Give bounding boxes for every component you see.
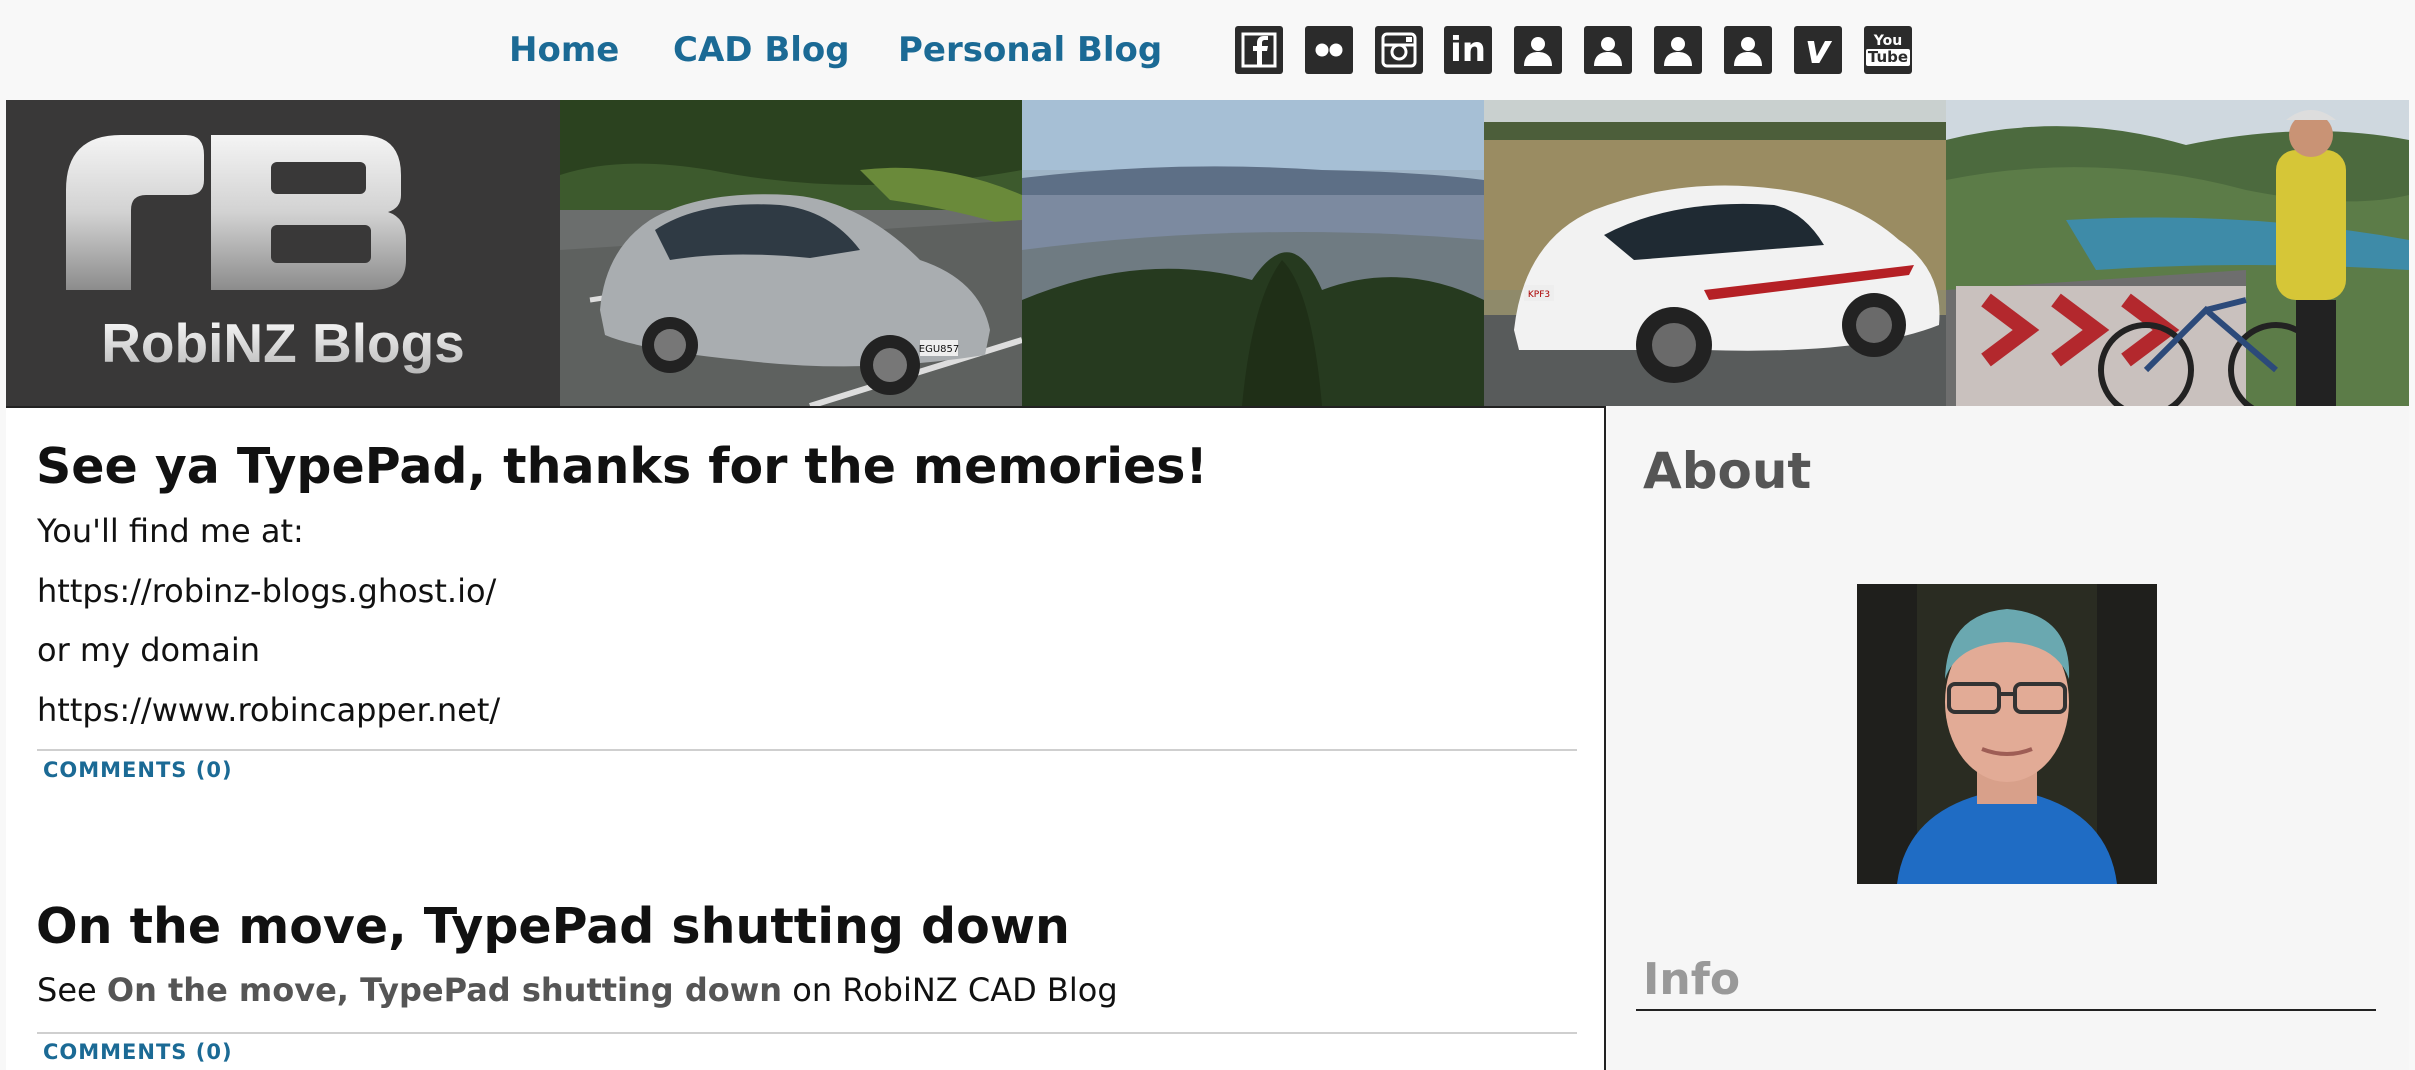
- banner-photo-landscape: [1022, 100, 1484, 406]
- banner-photo-cyclist: [1946, 100, 2409, 406]
- post-paragraph: See On the move, TypePad shutting down o…: [37, 971, 1118, 1009]
- profile-icon[interactable]: [1514, 26, 1562, 74]
- post-url-link[interactable]: https://robinz-blogs.ghost.io/: [37, 572, 496, 610]
- car-plate: EGU857: [919, 344, 959, 355]
- comments-link[interactable]: COMMENTS (0): [43, 758, 233, 782]
- youtube-label-top: You: [1873, 33, 1903, 49]
- post-divider: [37, 1032, 1577, 1034]
- youtube-icon[interactable]: You Tube: [1864, 26, 1912, 74]
- post-url-link[interactable]: https://www.robincapper.net/: [37, 691, 500, 729]
- post-paragraph: or my domain: [37, 631, 261, 669]
- nav-personal-blog-link[interactable]: Personal Blog: [898, 30, 1162, 70]
- post-paragraph: You'll find me at:: [37, 512, 304, 550]
- vimeo-icon[interactable]: v: [1794, 26, 1842, 74]
- sidebar: About Info: [1608, 406, 2409, 1070]
- profile-icon[interactable]: [1654, 26, 1702, 74]
- car-plate-2: KPF3: [1528, 290, 1550, 300]
- profile-icon[interactable]: [1584, 26, 1632, 74]
- facebook-icon[interactable]: [1235, 26, 1283, 74]
- linkedin-label: in: [1450, 30, 1486, 70]
- flickr-icon[interactable]: [1305, 26, 1353, 74]
- site-logo[interactable]: RobiNZ Blogs: [6, 100, 560, 406]
- about-heading: About: [1643, 442, 1812, 500]
- comments-link[interactable]: COMMENTS (0): [43, 1040, 233, 1064]
- info-divider: [1636, 1009, 2376, 1011]
- header-banner: RobiNZ Blogs EGU857 KPF3: [6, 100, 2409, 406]
- linkedin-icon[interactable]: in: [1444, 26, 1492, 74]
- top-navigation: Home CAD Blog Personal Blog in v You Tub…: [0, 0, 2415, 100]
- nav-cad-blog-link[interactable]: CAD Blog: [673, 30, 850, 70]
- banner-photo-silver-car: EGU857: [560, 100, 1022, 406]
- profile-photo: [1857, 584, 2157, 884]
- instagram-icon[interactable]: [1375, 26, 1423, 74]
- nav-home-link[interactable]: Home: [509, 30, 619, 70]
- post-text: See: [37, 971, 107, 1009]
- post-title[interactable]: See ya TypePad, thanks for the memories!: [36, 438, 1208, 495]
- post-text: on RobiNZ CAD Blog: [782, 971, 1118, 1009]
- post-divider: [37, 749, 1577, 751]
- youtube-label-bottom: Tube: [1865, 48, 1911, 66]
- vimeo-label: v: [1804, 27, 1832, 73]
- post-title[interactable]: On the move, TypePad shutting down: [36, 898, 1070, 955]
- logo-text: RobiNZ Blogs: [101, 312, 465, 374]
- post-inline-link[interactable]: On the move, TypePad shutting down: [107, 971, 782, 1009]
- profile-icon[interactable]: [1724, 26, 1772, 74]
- banner-photo-white-car: KPF3: [1484, 100, 1946, 406]
- main-content: See ya TypePad, thanks for the memories!…: [6, 406, 1606, 1070]
- info-heading: Info: [1643, 954, 1741, 1005]
